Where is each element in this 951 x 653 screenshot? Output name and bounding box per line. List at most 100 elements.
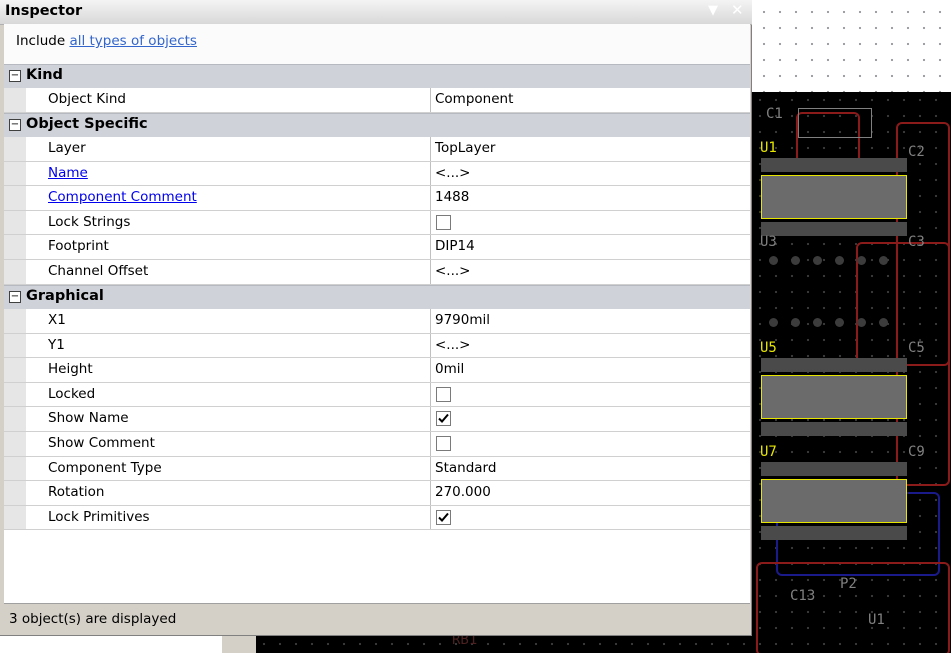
row-indent xyxy=(4,505,26,530)
property-value[interactable]: 270.000 xyxy=(431,481,750,505)
property-name: Name xyxy=(26,161,431,186)
property-value[interactable]: <...> xyxy=(431,334,750,358)
property-value[interactable]: 9790mil xyxy=(431,309,750,333)
status-bar: 3 object(s) are displayed xyxy=(4,603,750,634)
panel-menu-icon[interactable]: ▼ xyxy=(708,3,718,18)
pcb-hole xyxy=(769,256,778,265)
category-label: Object Specific xyxy=(26,116,148,132)
property-row-show-comment[interactable]: Show Comment xyxy=(4,432,750,457)
property-name-text: Lock Primitives xyxy=(48,508,150,525)
property-name: Lock Primitives xyxy=(26,505,431,530)
pcb-hole xyxy=(857,256,866,265)
property-value[interactable]: Standard xyxy=(431,457,750,481)
show-comment-checkbox[interactable] xyxy=(436,436,451,451)
property-row-y1[interactable]: Y1 <...> xyxy=(4,333,750,359)
close-icon[interactable]: ✕ xyxy=(731,1,744,19)
include-label: Include xyxy=(16,33,66,49)
property-value xyxy=(431,383,750,407)
property-name-text: Component Type xyxy=(48,459,162,476)
property-name-text: Locked xyxy=(48,385,96,402)
property-row-locked[interactable]: Locked xyxy=(4,382,750,408)
pcb-label-c3: C3 xyxy=(908,234,925,250)
pcb-label-c1: C1 xyxy=(766,106,783,122)
property-value-text: <...> xyxy=(435,263,471,279)
status-text: 3 object(s) are displayed xyxy=(9,611,177,627)
property-row-name[interactable]: Name <...> xyxy=(4,161,750,187)
property-row-component-type[interactable]: Component Type Standard xyxy=(4,456,750,482)
row-indent xyxy=(4,456,26,481)
property-row-lock-primitives[interactable]: Lock Primitives xyxy=(4,505,750,531)
property-row-object-kind[interactable]: Object Kind Component xyxy=(4,88,750,113)
property-row-footprint[interactable]: Footprint DIP14 xyxy=(4,235,750,260)
row-indent xyxy=(4,186,26,210)
property-row-height[interactable]: Height 0mil xyxy=(4,358,750,383)
property-value xyxy=(431,432,750,456)
property-row-component-comment[interactable]: Component Comment 1488 xyxy=(4,186,750,211)
property-value[interactable]: 0mil xyxy=(431,358,750,382)
pin-row xyxy=(761,158,907,172)
property-value-text: 270.000 xyxy=(435,484,491,501)
category-kind[interactable]: − Kind xyxy=(4,64,750,88)
locked-checkbox[interactable] xyxy=(436,386,451,402)
pcb-label-p2: P2 xyxy=(840,576,857,592)
pcb-component-u1[interactable] xyxy=(761,158,907,236)
property-row-layer[interactable]: Layer TopLayer xyxy=(4,137,750,162)
pcb-component-u3[interactable] xyxy=(761,252,907,330)
pcb-component-u5[interactable] xyxy=(761,358,907,436)
pcb-label-u5: U5 xyxy=(760,340,777,356)
property-row-x1[interactable]: X1 9790mil xyxy=(4,309,750,334)
include-filter-link[interactable]: all types of objects xyxy=(69,33,197,49)
pcb-label-c2: C2 xyxy=(908,144,925,160)
property-name-text: Lock Strings xyxy=(48,213,131,230)
property-name-text: Rotation xyxy=(48,484,105,501)
category-graphical[interactable]: − Graphical xyxy=(4,285,750,309)
pcb-label-u7: U7 xyxy=(760,444,777,460)
category-object-specific[interactable]: − Object Specific xyxy=(4,113,750,137)
property-value[interactable]: Component xyxy=(431,88,750,112)
row-indent xyxy=(4,161,26,186)
property-name: Height xyxy=(26,358,431,382)
property-row-rotation[interactable]: Rotation 270.000 xyxy=(4,481,750,506)
pin-row xyxy=(761,462,907,476)
lock-primitives-checkbox[interactable] xyxy=(436,509,451,525)
property-value[interactable]: TopLayer xyxy=(431,137,750,161)
property-row-channel-offset[interactable]: Channel Offset <...> xyxy=(4,260,750,285)
workspace-dot-grid xyxy=(752,0,951,92)
property-name-text: Channel Offset xyxy=(48,263,149,279)
component-body xyxy=(761,175,907,219)
pcb-hole xyxy=(813,318,822,327)
component-body xyxy=(761,479,907,523)
property-value[interactable]: DIP14 xyxy=(431,235,750,259)
property-name: Lock Strings xyxy=(26,210,431,235)
property-value xyxy=(431,407,750,431)
property-value[interactable]: <...> xyxy=(431,260,750,284)
property-row-lock-strings[interactable]: Lock Strings xyxy=(4,210,750,236)
property-row-show-name[interactable]: Show Name xyxy=(4,407,750,432)
property-name-link[interactable]: Name xyxy=(48,165,88,181)
pcb-hole xyxy=(813,256,822,265)
property-value[interactable]: <...> xyxy=(431,162,750,186)
pcb-component-c1[interactable] xyxy=(798,108,872,138)
show-name-checkbox[interactable] xyxy=(436,411,451,427)
row-indent xyxy=(4,407,26,431)
pcb-component-u7[interactable] xyxy=(761,462,907,540)
property-value[interactable]: 1488 xyxy=(431,186,750,210)
lock-strings-checkbox[interactable] xyxy=(436,214,451,230)
pcb-label-c9: C9 xyxy=(908,444,925,460)
property-name-text: Y1 xyxy=(48,336,65,353)
row-indent xyxy=(4,309,26,333)
property-name-link[interactable]: Component Comment xyxy=(48,189,197,205)
panel-titlebar[interactable]: Inspector ▼ ✕ xyxy=(0,0,752,25)
row-indent xyxy=(4,137,26,161)
pcb-label-u1: U1 xyxy=(760,140,777,156)
collapse-icon[interactable]: − xyxy=(9,291,21,303)
collapse-icon[interactable]: − xyxy=(9,119,21,131)
property-value-text: TopLayer xyxy=(435,140,496,156)
pin-row xyxy=(761,422,907,436)
property-value-text: 0mil xyxy=(435,361,465,378)
property-value-text: Standard xyxy=(435,459,497,476)
pcb-hole xyxy=(879,318,888,327)
row-indent xyxy=(4,88,26,112)
collapse-icon[interactable]: − xyxy=(9,70,21,82)
pcb-hole xyxy=(879,256,888,265)
